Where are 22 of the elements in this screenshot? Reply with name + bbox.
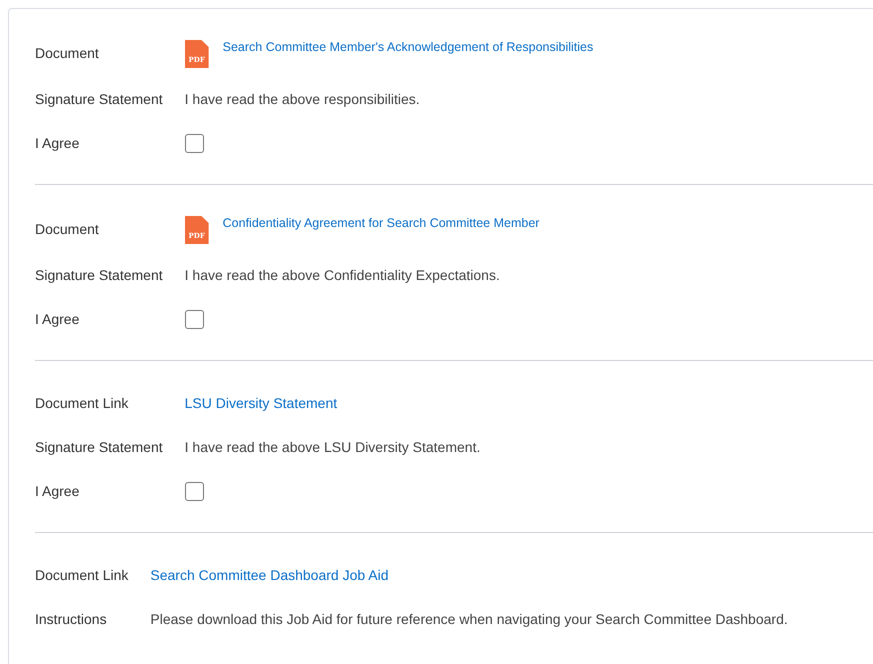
- agree-checkbox[interactable]: [184, 310, 204, 328]
- field-label: I Agree: [35, 482, 80, 501]
- agree-checkbox[interactable]: [184, 134, 204, 152]
- field-label: Signature Statement: [35, 266, 163, 285]
- field-label: Document Link: [35, 394, 128, 412]
- field-label: Instructions: [35, 610, 107, 628]
- document-link[interactable]: Search Committee Member's Acknowledgement of Responsibilities: [222, 38, 594, 56]
- field-label: Document Link: [35, 566, 128, 584]
- field-label: Document: [35, 220, 99, 238]
- document-link[interactable]: Confidentiality Agreement for Search Committee Member: [222, 214, 540, 232]
- field-value: I have read the above responsibilities.: [184, 90, 420, 109]
- agree-checkbox[interactable]: [184, 482, 204, 500]
- document-link[interactable]: Search Committee Dashboard Job Aid: [150, 564, 389, 586]
- field-label: Signature Statement: [35, 438, 163, 457]
- field-label: Signature Statement: [35, 90, 163, 109]
- field-label: Document: [35, 44, 99, 62]
- field-label: I Agree: [35, 134, 80, 153]
- field-value: Please download this Job Aid for future reference when navigating your Search Committee Dashboard.: [150, 610, 788, 629]
- document-link[interactable]: LSU Diversity Statement: [184, 392, 338, 414]
- field-value: I have read the above LSU Diversity Statement.: [184, 438, 480, 457]
- field-value: I have read the above Confidentiality Expectations.: [184, 266, 500, 285]
- field-label: I Agree: [35, 310, 80, 329]
